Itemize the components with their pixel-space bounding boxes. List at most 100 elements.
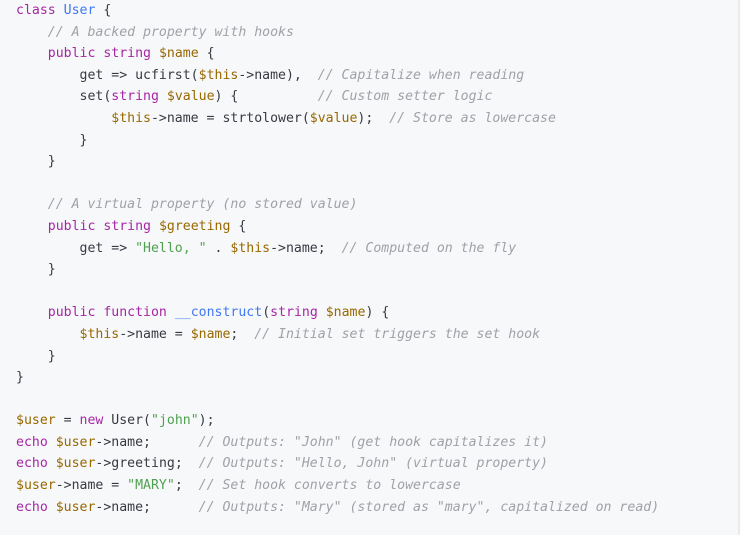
code-line: } — [16, 346, 659, 368]
code-token: set( — [16, 89, 112, 105]
code-token: string — [270, 305, 318, 321]
code-token: "MARY" — [127, 478, 175, 494]
code-token: echo — [16, 434, 48, 450]
code-token: $user — [55, 456, 96, 472]
code-token: function — [103, 305, 167, 321]
code-token: $name — [190, 326, 231, 342]
code-listing: class User { // A backed property with h… — [16, 0, 659, 518]
code-line: echo $user->name; // Outputs: "John" (ge… — [16, 432, 659, 454]
code-token: . — [206, 240, 231, 256]
code-token: = — [55, 413, 80, 429]
code-token: User( — [103, 413, 151, 429]
code-token: // Computed on the fly — [341, 240, 517, 256]
code-token: $name — [325, 305, 366, 321]
code-token: ->name; — [95, 434, 199, 450]
code-token: string — [111, 89, 159, 105]
code-line: echo $user->name; // Outputs: "Mary" (st… — [16, 497, 659, 519]
code-token: ->name = strtolower( — [150, 110, 310, 126]
code-token: } — [16, 348, 56, 364]
code-token: // Custom setter logic — [317, 89, 493, 105]
code-token: // Outputs: "Hello, John" (virtual prope… — [198, 456, 548, 472]
code-token: public — [47, 305, 96, 321]
code-token: __construct — [174, 305, 263, 321]
code-token: $value — [166, 89, 215, 105]
code-line: get => ucfirst($this->name), // Capitali… — [16, 65, 659, 87]
code-token: ->name), — [238, 67, 318, 83]
code-token: "john" — [151, 413, 199, 429]
code-token: $this — [198, 67, 239, 83]
code-token: ); — [198, 413, 215, 429]
code-token: get => — [16, 240, 136, 256]
code-line: public string $greeting { — [16, 216, 659, 238]
code-token: $value — [309, 110, 358, 126]
code-line: $user->name = "MARY"; // Set hook conver… — [16, 475, 659, 497]
code-token: User — [63, 3, 96, 18]
code-line: get => "Hello, " . $this->name; // Compu… — [16, 238, 659, 260]
code-token: } — [16, 262, 56, 278]
code-token: $greeting — [158, 218, 231, 234]
code-token: public — [47, 218, 96, 234]
code-token: echo — [16, 456, 48, 472]
code-token: new — [79, 413, 104, 429]
code-token: ( — [262, 305, 271, 321]
code-token: get => ucfirst( — [16, 67, 199, 83]
code-token: echo — [16, 499, 48, 515]
code-token: { — [95, 3, 112, 18]
code-line: } — [16, 130, 659, 152]
code-token: ); — [357, 110, 390, 126]
code-token: ->name = — [119, 326, 191, 342]
code-token: // Initial set triggers the set hook — [254, 326, 541, 342]
code-token: { — [230, 218, 247, 234]
code-token: ) { — [214, 89, 318, 105]
code-token: // Outputs: "Mary" (stored as "mary", ca… — [198, 499, 660, 515]
code-token: $this — [79, 326, 120, 342]
code-line: set(string $value) { // Custom setter lo… — [16, 86, 659, 108]
code-token: $this — [230, 240, 271, 256]
code-token: // Store as lowercase — [389, 110, 556, 126]
code-line: $user = new User("john"); — [16, 410, 659, 432]
code-token: // Set hook converts to lowercase — [198, 478, 461, 494]
code-line: public string $name { — [16, 43, 659, 65]
code-line: } — [16, 151, 659, 173]
code-token: $user — [55, 499, 96, 515]
code-token: ->name; — [270, 240, 342, 256]
code-token: ; — [174, 478, 199, 494]
code-line: public function __construct(string $name… — [16, 302, 659, 324]
code-token: // A virtual property (no stored value) — [47, 197, 358, 213]
code-token: } — [16, 370, 24, 386]
code-line: } — [16, 367, 659, 389]
code-token: $user — [55, 434, 96, 450]
code-line: $this->name = $name; // Initial set trig… — [16, 324, 659, 346]
code-token: ->greeting; — [95, 456, 199, 472]
code-token: } — [16, 154, 56, 170]
code-token: string — [103, 46, 151, 62]
code-token: ->name = — [55, 478, 128, 494]
code-line: // A virtual property (no stored value) — [16, 194, 659, 216]
code-token: // Outputs: "John" (get hook capitalizes… — [198, 434, 548, 450]
code-token: ->name; — [95, 499, 199, 515]
code-line: $this->name = strtolower($value); // Sto… — [16, 108, 659, 130]
code-token: class — [16, 3, 56, 18]
code-token: string — [103, 218, 151, 234]
code-token: // Capitalize when reading — [317, 67, 525, 83]
code-token: ; — [230, 326, 255, 342]
code-block: class User { // A backed property with h… — [0, 0, 740, 535]
code-token: } — [16, 132, 88, 148]
